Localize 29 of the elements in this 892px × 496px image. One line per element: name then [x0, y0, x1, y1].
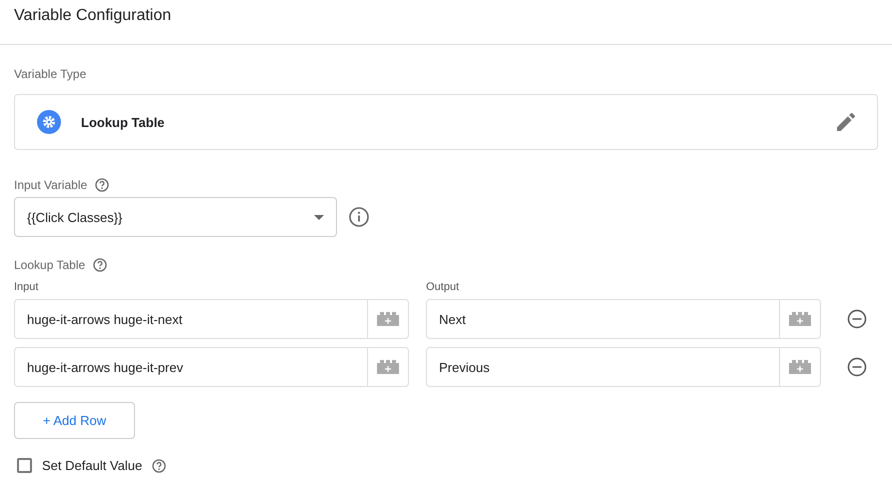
field-label: Input Variable — [14, 178, 88, 192]
checkbox[interactable] — [17, 458, 32, 473]
input-variable-dropdown[interactable]: {{Click Classes}} — [14, 197, 337, 237]
add-row-button[interactable]: + Add Row — [14, 402, 135, 439]
input-field[interactable]: huge-it-arrows huge-it-next — [14, 299, 409, 339]
checkbox-label: Set Default Value — [42, 458, 142, 473]
help-icon[interactable] — [95, 178, 110, 192]
gear-icon — [37, 110, 61, 134]
variable-picker-icon — [377, 312, 399, 326]
variable-picker-icon — [789, 312, 811, 326]
variable-type-card[interactable]: Lookup Table — [14, 94, 878, 150]
dropdown-caret-icon — [314, 214, 324, 220]
field-label: Variable Type — [14, 67, 86, 81]
info-icon[interactable] — [349, 207, 369, 227]
page-title: Variable Configuration — [14, 7, 172, 25]
field-label: Lookup Table — [14, 258, 86, 272]
help-icon[interactable] — [152, 458, 166, 472]
output-field[interactable]: Previous — [426, 347, 821, 387]
edit-icon[interactable] — [837, 113, 855, 131]
remove-row-icon[interactable] — [847, 309, 867, 329]
variable-type-name: Lookup Table — [81, 114, 166, 130]
column-header: Output — [426, 281, 460, 293]
variable-picker-icon — [789, 360, 811, 374]
variable-picker-icon — [377, 360, 399, 374]
column-header: Input — [14, 281, 40, 293]
help-icon[interactable] — [93, 258, 108, 272]
input-field[interactable]: huge-it-arrows huge-it-prev — [14, 347, 409, 387]
remove-row-icon[interactable] — [847, 357, 867, 377]
output-field[interactable]: Next — [426, 299, 821, 339]
